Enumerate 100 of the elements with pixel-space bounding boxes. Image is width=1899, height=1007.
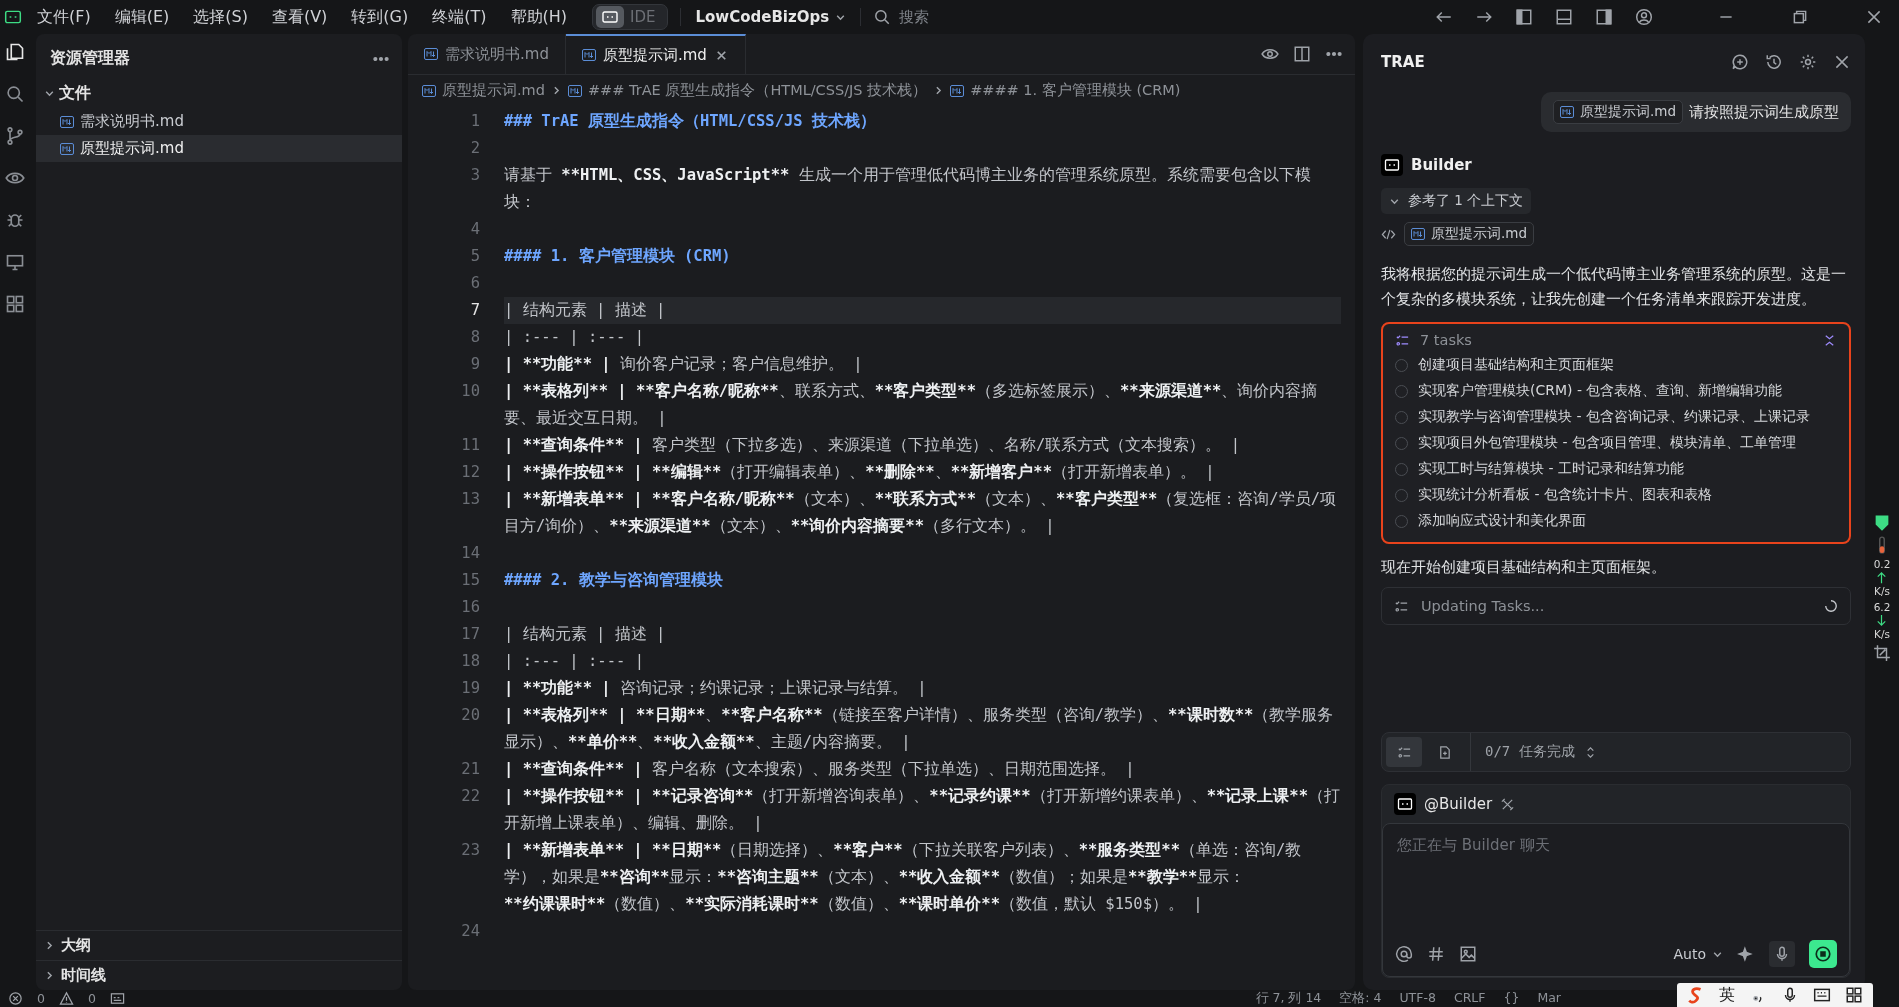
- editor-tab[interactable]: 需求说明书.md: [408, 34, 566, 74]
- terminal-icon[interactable]: [109, 991, 125, 1006]
- assistant-message: 我将根据您的提示词生成一个低代码博主业务管理系统的原型。这是一个复杂的多模块系统，让我先创建一个任务清单来跟踪开发进度。: [1381, 264, 1847, 310]
- right-panel-icon[interactable]: [1595, 8, 1613, 26]
- close-icon[interactable]: [1865, 8, 1883, 26]
- task-count: 7 tasks: [1420, 332, 1472, 348]
- menu-item[interactable]: 终端(T): [423, 4, 496, 30]
- app-logo-icon: [4, 8, 22, 26]
- settings-icon[interactable]: [1799, 53, 1817, 71]
- line-number: 2: [469, 138, 481, 159]
- breadcrumb-item[interactable]: #### 1. 客户管理模块 (CRM): [970, 81, 1181, 100]
- search-icon[interactable]: [5, 84, 25, 104]
- file-item[interactable]: 原型提示词.md: [36, 135, 402, 162]
- line-number: 24: [460, 921, 481, 942]
- line-number: 3: [469, 165, 481, 186]
- error-icon[interactable]: [8, 991, 23, 1006]
- task-list-button[interactable]: [1386, 737, 1422, 767]
- heading-line: #### 1. 客户管理模块 (CRM): [504, 246, 732, 267]
- hashtag-icon[interactable]: [1427, 945, 1445, 963]
- split-editor-icon[interactable]: [1293, 45, 1311, 63]
- keyboard-icon[interactable]: [1813, 986, 1831, 1004]
- menu-item[interactable]: 文件(F): [28, 4, 100, 30]
- menu-item[interactable]: 转到(G): [342, 4, 418, 30]
- project-dropdown[interactable]: LowCodeBizOps: [680, 8, 862, 26]
- speed-unit: K/s: [1874, 628, 1890, 640]
- code-line: | **操作按钮** | **编辑**（打开编辑表单）、**删除**、**新增客户**（打开新增表单）。 |: [504, 462, 1216, 483]
- input-mode[interactable]: 英: [1719, 984, 1735, 1006]
- mention-icon[interactable]: [1395, 945, 1413, 963]
- menu-item[interactable]: 编辑(E): [105, 4, 179, 30]
- panel-title: 资源管理器: [50, 48, 130, 69]
- line-number: 9: [469, 354, 481, 375]
- line-number: 14: [460, 543, 481, 564]
- close-icon[interactable]: [1833, 53, 1851, 71]
- grid-icon[interactable]: [1845, 986, 1863, 1004]
- file-chip[interactable]: 原型提示词.md: [1404, 222, 1534, 246]
- status-item[interactable]: CRLF: [1453, 990, 1486, 1007]
- menu-item[interactable]: 选择(S): [184, 4, 257, 30]
- message-text: 请按照提示词生成原型: [1689, 102, 1839, 122]
- status-item[interactable]: {}: [1503, 990, 1520, 1007]
- breadcrumb-item[interactable]: 原型提示词.md: [442, 81, 545, 100]
- restore-icon[interactable]: [1791, 8, 1809, 26]
- file-icon: [581, 49, 596, 61]
- status-item[interactable]: 行 7, 列 14: [1255, 990, 1322, 1007]
- bottom-panel-icon[interactable]: [1555, 8, 1573, 26]
- status-item[interactable]: Mar: [1537, 990, 1561, 1007]
- menu-item[interactable]: 帮助(H): [501, 4, 577, 30]
- line-number: 20: [460, 705, 481, 726]
- speed-value: 6.2: [1873, 601, 1891, 613]
- crop-icon[interactable]: [1873, 644, 1891, 662]
- line-number: 1: [469, 111, 481, 132]
- monitor-icon[interactable]: [5, 252, 25, 272]
- file-icon: [1560, 106, 1574, 118]
- editor-tab[interactable]: 原型提示词.md: [565, 34, 746, 74]
- file-item[interactable]: 需求说明书.md: [36, 108, 402, 135]
- microphone-icon[interactable]: [1769, 941, 1795, 967]
- menu-item[interactable]: 查看(V): [262, 4, 337, 30]
- section-header[interactable]: 大纲: [36, 930, 402, 960]
- send-button[interactable]: [1809, 940, 1837, 968]
- code-line: 请基于 **HTML、CSS、JavaScript** 生成一个用于管理低代码博主业务的管理系统原型。系统需要包含以下模块：: [504, 165, 1312, 213]
- line-number: 16: [460, 597, 481, 618]
- task-label: 实现统计分析看板 - 包含统计卡片、图表和表格: [1418, 486, 1712, 504]
- code-line: | **新增表单** | **客户名称/昵称**（文本）、**联系方式**（文本）、**客户类型**（复选框：咨询/学员/项目方/询价）、**来源渠道**（文本）、**询价内容摘要**（多行文本）。 |: [504, 489, 1337, 537]
- file-icon: [60, 115, 74, 128]
- code-line: | **查询条件** | 客户名称（文本搜索）、服务类型（下拉单选）、日期范围选择。 |: [504, 759, 1136, 780]
- folder-item[interactable]: 文件: [36, 79, 402, 108]
- chat-input[interactable]: 您正在与 Builder 聊天 Auto: [1382, 823, 1850, 977]
- branch-icon[interactable]: [5, 126, 25, 146]
- context-toggle[interactable]: 参考了 1 个上下文: [1381, 188, 1532, 214]
- search-field[interactable]: 搜索: [867, 7, 1429, 27]
- code-line: | **操作按钮** | **记录咨询**（打开新增咨询表单）、**记录约课**（打开新增约课表单）、**记录上课**（打开新增上课表单）、编辑、删除。 |: [504, 786, 1341, 834]
- image-icon[interactable]: [1459, 945, 1477, 963]
- status-item[interactable]: 空格: 4: [1339, 990, 1382, 1007]
- assistant-message: 现在开始创建项目基础结构和主页面框架。: [1381, 558, 1667, 577]
- account-icon[interactable]: [1635, 8, 1653, 26]
- progress-dropdown[interactable]: 0/7 任务完成: [1470, 733, 1598, 771]
- new-chat-icon[interactable]: [1731, 53, 1749, 71]
- extensions-icon[interactable]: [5, 294, 25, 314]
- warning-icon[interactable]: [58, 991, 74, 1006]
- agent-name: Builder: [1411, 156, 1472, 174]
- code-line: | :--- | :--- |: [504, 651, 645, 672]
- history-icon[interactable]: [1765, 53, 1783, 71]
- left-panel-icon[interactable]: [1515, 8, 1533, 26]
- error-count[interactable]: 0: [37, 991, 45, 1006]
- line-number: 15: [460, 570, 481, 591]
- file-chip[interactable]: 原型提示词.md: [1553, 100, 1683, 124]
- heading-line: #### 2. 教学与咨询管理模块: [504, 570, 724, 591]
- code-line: | **表格列** | **日期**、**客户名称**（链接至客户详情）、服务类型（咨询/教学）、**课时数**（教学服务显示）、**单价**、**收入金额**、主题/内容摘要。 |: [504, 705, 1335, 753]
- warning-count[interactable]: 0: [87, 991, 96, 1006]
- line-number: 5: [469, 246, 481, 267]
- code-line: | **功能** | 咨询记录；约课记录；上课记录与结算。 |: [504, 678, 928, 699]
- breadcrumb-item[interactable]: ### TrAE 原型生成指令（HTML/CSS/JS 技术栈）: [587, 81, 928, 100]
- file-icon: [567, 84, 582, 97]
- status-item[interactable]: UTF-8: [1399, 990, 1436, 1007]
- heading-line: ### TrAE 原型生成指令（HTML/CSS/JS 技术栈）: [504, 111, 877, 132]
- line-number: 4: [469, 219, 481, 240]
- line-number: 10: [460, 381, 481, 402]
- task-label: 实现客户管理模块(CRM) - 包含表格、查询、新增编辑功能: [1418, 382, 1783, 400]
- files-icon[interactable]: [5, 42, 25, 62]
- model-dropdown[interactable]: Auto: [1673, 946, 1723, 962]
- code-line: | **表格列** | **客户名称/昵称**、联系方式、**客户类型**（多选标签展示）、**来源渠道**、询价内容摘要、最近交互日期。 |: [504, 381, 1319, 429]
